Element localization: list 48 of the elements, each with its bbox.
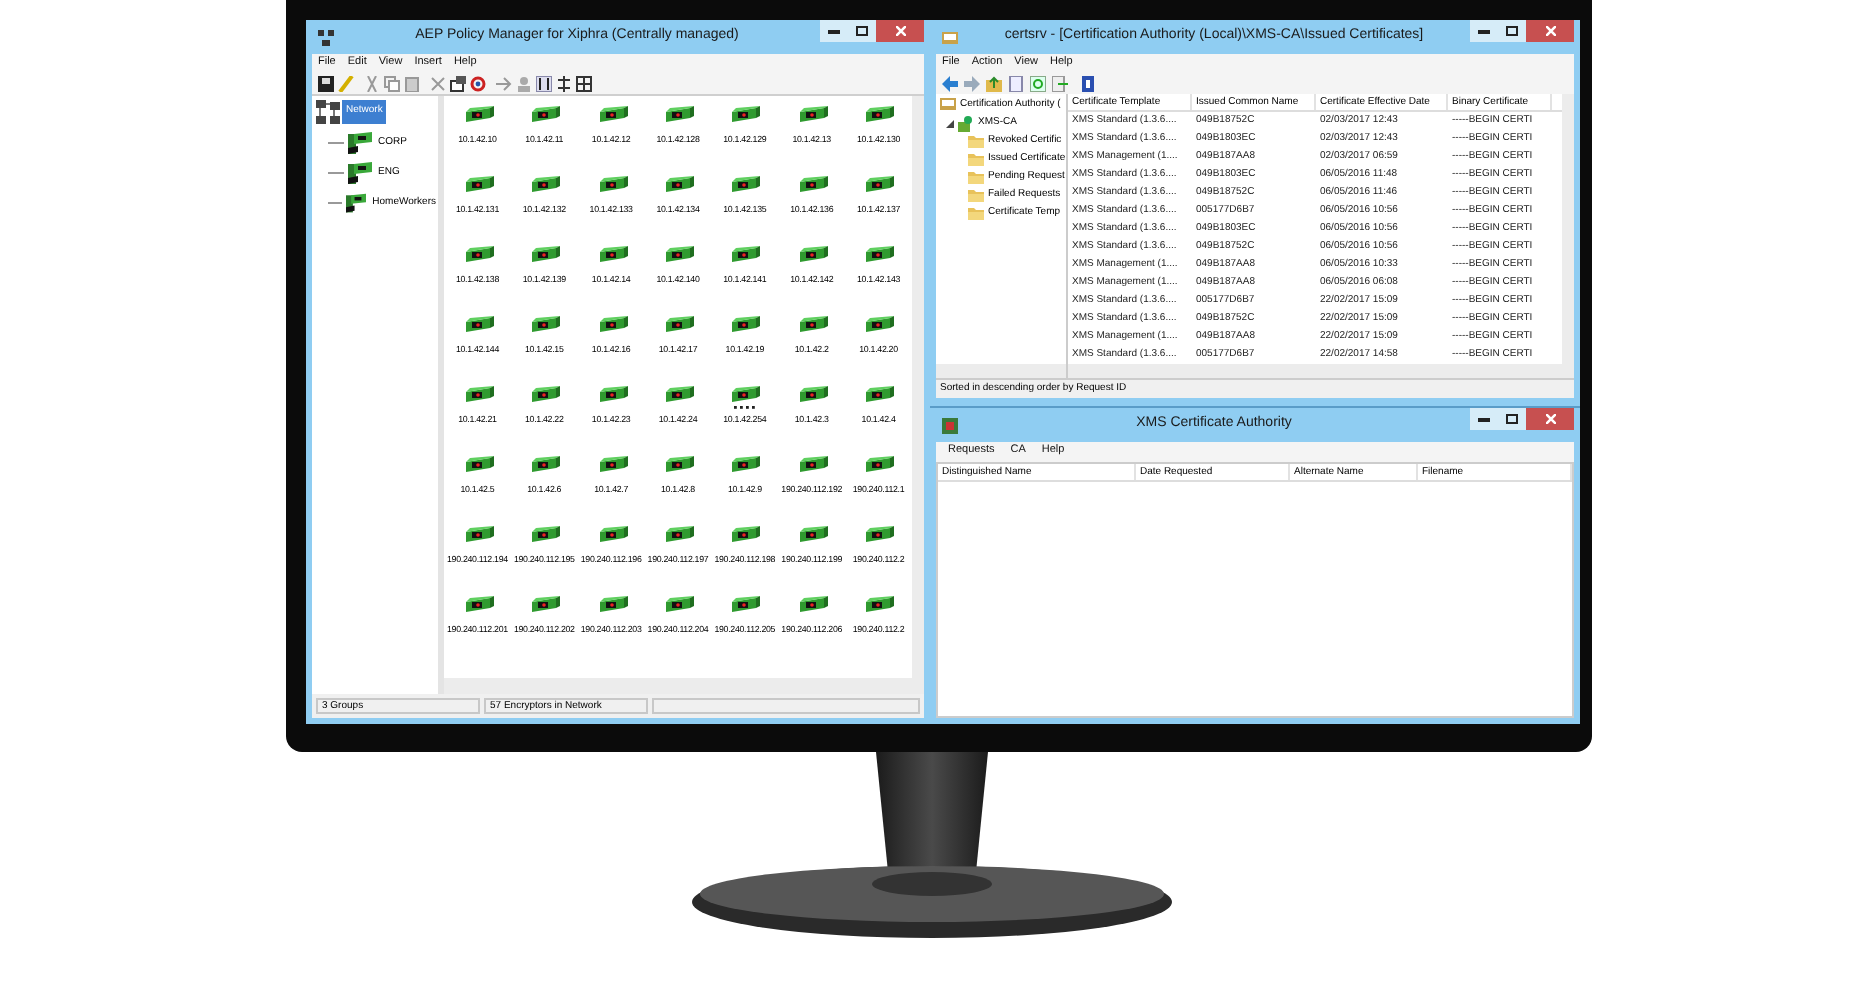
close-button[interactable] (876, 20, 924, 42)
folder-icon (968, 188, 984, 202)
collapse-icon[interactable] (946, 119, 954, 127)
grid-icon[interactable] (576, 75, 592, 91)
app-icon (942, 417, 958, 433)
app-icon (942, 29, 958, 45)
properties-icon[interactable] (450, 75, 466, 91)
minimize-button[interactable] (1470, 408, 1498, 430)
maximize-icon (856, 26, 868, 36)
export-icon[interactable] (1052, 75, 1068, 91)
close-icon (1545, 414, 1555, 424)
minimize-icon (1478, 29, 1490, 33)
scrollbar[interactable] (1562, 94, 1574, 364)
maximize-button[interactable] (848, 20, 876, 42)
minimize-button[interactable] (820, 20, 848, 42)
minimize-button[interactable] (1470, 20, 1498, 42)
folder-up-icon[interactable] (986, 75, 1002, 91)
help-icon[interactable] (1080, 75, 1096, 91)
app-icon (318, 29, 334, 45)
scrollbar[interactable] (912, 96, 924, 678)
maximize-icon (1506, 414, 1518, 424)
encryptor-group-icon (348, 132, 372, 154)
close-button[interactable] (1526, 408, 1574, 430)
cut-icon[interactable] (364, 75, 380, 91)
minimize-icon (1478, 417, 1490, 421)
encryptor-busy-icon[interactable] (728, 386, 761, 410)
arrow-icon[interactable] (496, 75, 512, 91)
scrollbar[interactable] (936, 364, 1066, 378)
encryptor-group-icon (345, 192, 367, 214)
close-button[interactable] (1526, 20, 1574, 42)
refresh-icon[interactable] (1030, 75, 1046, 91)
scrollbar[interactable] (1068, 364, 1574, 378)
server-icon (958, 115, 974, 131)
scrollbar[interactable] (444, 678, 924, 694)
close-icon (895, 26, 905, 36)
copy-icon[interactable] (384, 75, 400, 91)
folder-icon (968, 152, 984, 166)
back-arrow-icon[interactable] (942, 75, 958, 91)
folder-icon (968, 206, 984, 220)
close-icon (1545, 26, 1555, 36)
minimize-icon (828, 29, 840, 33)
maximize-button[interactable] (1498, 20, 1526, 42)
maximize-icon (1506, 26, 1518, 36)
maximize-button[interactable] (1498, 408, 1526, 430)
folder-icon (968, 134, 984, 148)
encryptor-group-icon (348, 162, 372, 184)
folder-icon (968, 170, 984, 184)
save-icon[interactable] (318, 75, 334, 91)
